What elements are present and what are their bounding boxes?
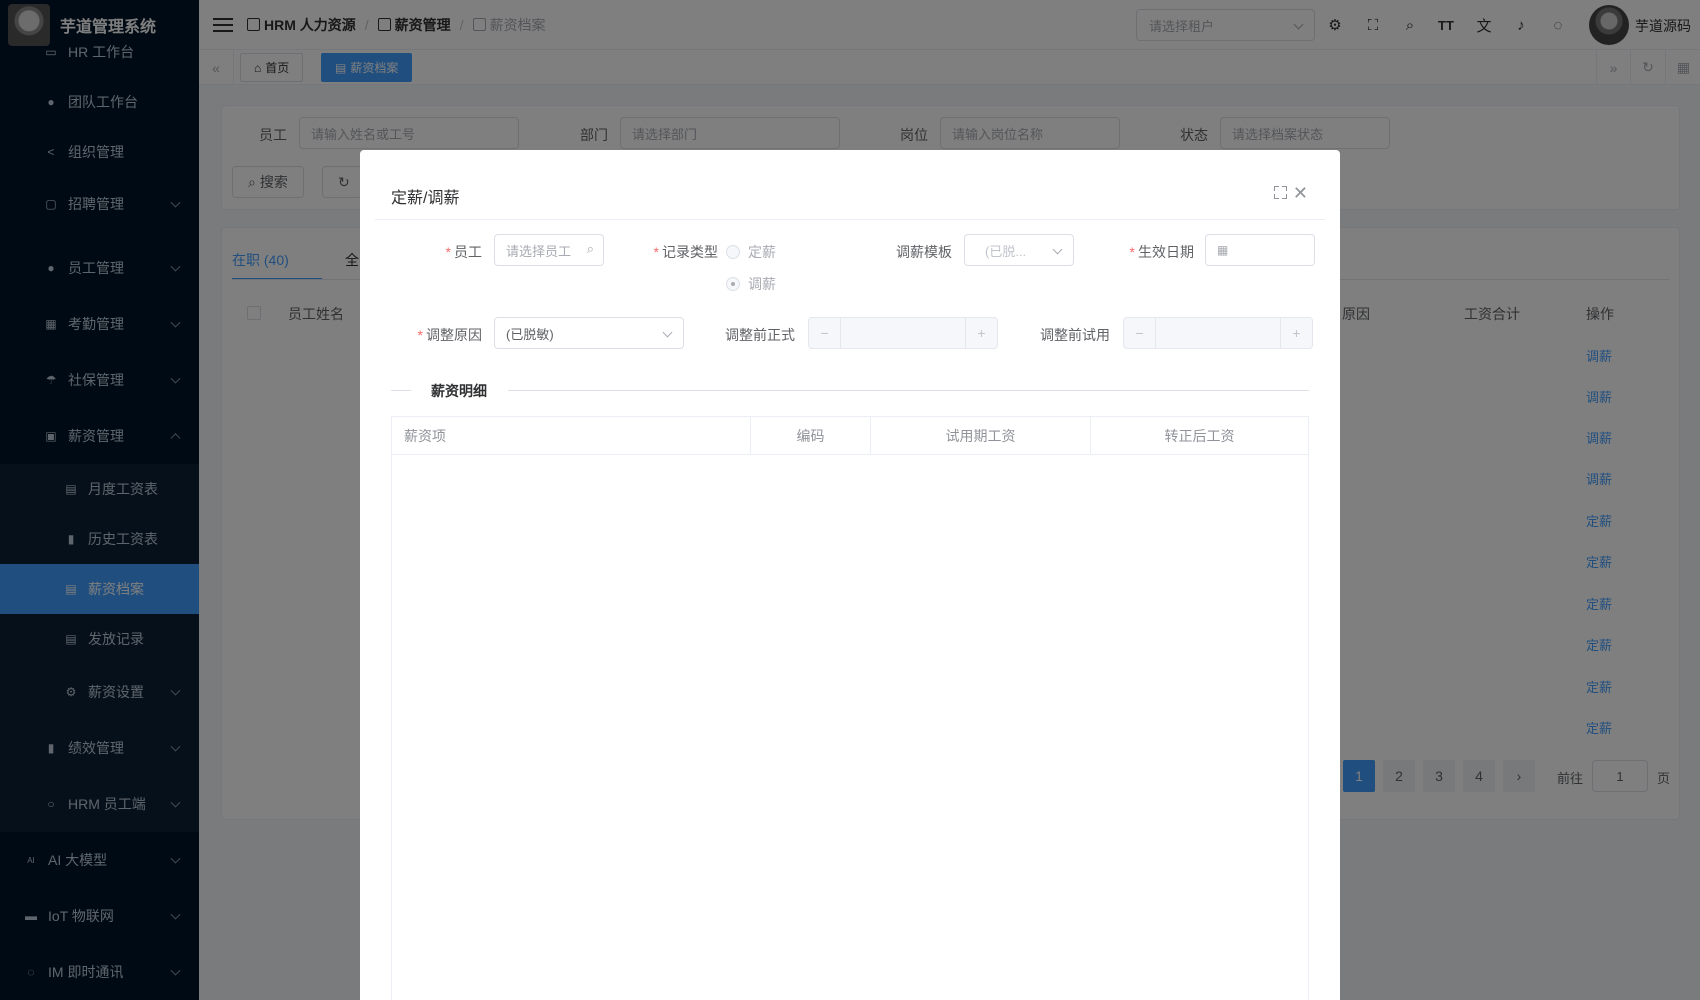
plus-icon[interactable]: + — [1280, 318, 1312, 348]
radio-circle — [726, 277, 740, 291]
record-type-label: * 记录类型 — [653, 244, 718, 260]
effective-date-picker[interactable]: ▦ — [1205, 234, 1315, 266]
calendar-icon: ▦ — [1217, 243, 1229, 257]
before-probation-input[interactable]: − + — [1123, 317, 1313, 349]
dialog-title: 定薪/调薪 — [391, 190, 460, 207]
radio-circle — [726, 245, 740, 259]
table-header: 薪资项 编码 试用期工资 转正后工资 — [392, 417, 1308, 455]
before-regular-input[interactable]: − + — [808, 317, 998, 349]
reason-select[interactable]: (已脱敏) — [494, 317, 684, 349]
salary-adjust-dialog: 定薪/调薪 ✕ * 员工 请选择员工 ⌕ * 记录类型 定薪 调薪 调薪模板 (已脱.… — [360, 150, 1340, 1000]
col-probation-salary: 试用期工资 — [871, 417, 1091, 455]
salary-detail-table: 薪资项 编码 试用期工资 转正后工资 — [391, 416, 1309, 1000]
plus-icon[interactable]: + — [965, 318, 997, 348]
effective-date-label: * 生效日期 — [1129, 244, 1194, 260]
employee-label: * 员工 — [445, 244, 482, 260]
close-icon[interactable]: ✕ — [1293, 183, 1308, 204]
col-regular-salary: 转正后工资 — [1164, 428, 1235, 444]
minus-icon[interactable]: − — [1124, 318, 1156, 348]
employee-input[interactable]: 请选择员工 ⌕ — [494, 234, 604, 266]
fullscreen-icon[interactable] — [1274, 186, 1287, 199]
before-probation-label: 调整前试用 — [1040, 327, 1110, 343]
chevron-down-icon — [1052, 244, 1063, 255]
radio-adjust[interactable]: 调薪 — [726, 274, 776, 294]
template-label: 调薪模板 — [896, 244, 952, 260]
reason-label: * 调整原因 — [417, 327, 482, 343]
salary-detail-title: 薪资明细 — [431, 383, 487, 399]
chevron-down-icon — [662, 327, 673, 338]
minus-icon[interactable]: − — [809, 318, 841, 348]
template-select[interactable]: (已脱... — [964, 234, 1074, 266]
search-icon: ⌕ — [586, 241, 594, 256]
radio-fixed[interactable]: 定薪 — [726, 242, 776, 262]
col-code: 编码 — [751, 417, 871, 455]
before-regular-label: 调整前正式 — [725, 327, 795, 343]
col-salary-item: 薪资项 — [392, 417, 751, 455]
